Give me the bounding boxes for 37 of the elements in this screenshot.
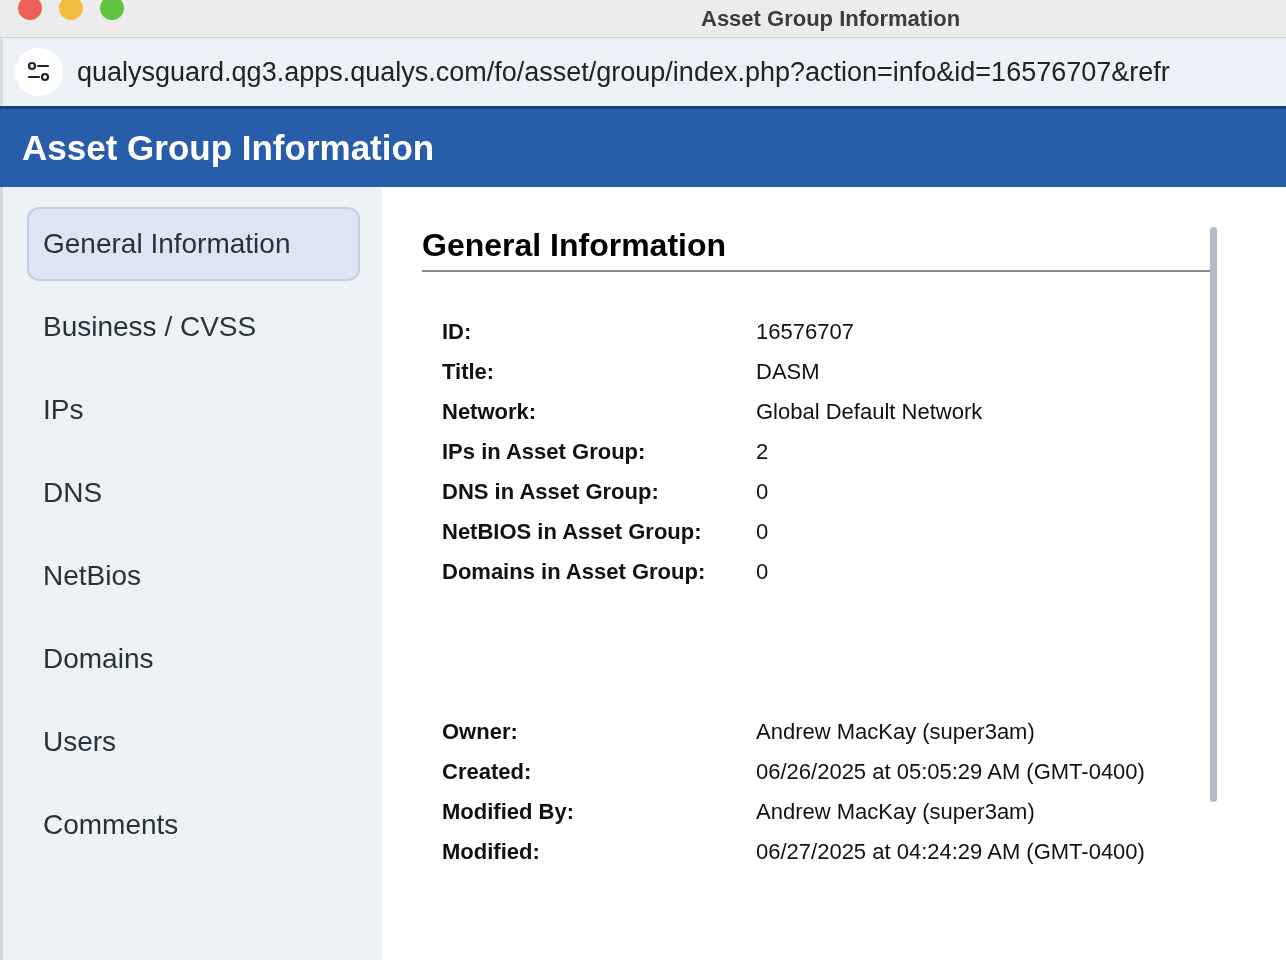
zoom-button[interactable] [100,0,124,20]
field-label: Domains in Asset Group: [442,558,707,586]
scrollbar[interactable] [1210,227,1217,802]
window-title: Asset Group Information [701,5,961,32]
sidebar-item[interactable]: Comments [27,788,360,862]
field-value: Andrew MacKay (super3am) [756,798,1036,826]
field-label: ID: [442,318,473,346]
sidebar-item[interactable]: Business / CVSS [27,290,360,364]
sidebar-item[interactable]: Domains [27,622,360,696]
field-label: IPs in Asset Group: [442,438,647,466]
sidebar-item[interactable]: NetBios [27,539,360,613]
minimize-button[interactable] [59,0,83,20]
field-value: 0 [756,478,770,506]
field-label: Modified: [442,838,541,866]
field-value: DASM [756,358,821,386]
field-value: 2 [756,438,770,466]
field-value: 0 [756,558,770,586]
field-label: Title: [442,358,496,386]
field-label: Created: [442,758,533,786]
field-label: DNS in Asset Group: [442,478,660,506]
field-value: Andrew MacKay (super3am) [756,718,1036,746]
sidebar-item[interactable]: DNS [27,456,360,530]
field-label: NetBIOS in Asset Group: [442,518,703,546]
field-label: Modified By: [442,798,575,826]
field-value: 06/27/2025 at 04:24:29 AM (GMT-0400) [756,838,1146,866]
site-settings-icon[interactable] [15,48,63,96]
sidebar-item[interactable]: Users [27,705,360,779]
field-label: Network: [442,398,538,426]
sidebar-item[interactable]: IPs [27,373,360,447]
field-value: Global Default Network [756,398,984,426]
field-label: Owner: [442,718,519,746]
sidebar-item[interactable]: General Information [27,207,360,281]
page-title: Asset Group Information [22,128,435,168]
field-value: 06/26/2025 at 05:05:29 AM (GMT-0400) [756,758,1146,786]
field-value: 16576707 [756,318,855,346]
field-value: 0 [756,518,770,546]
close-button[interactable] [18,0,42,20]
